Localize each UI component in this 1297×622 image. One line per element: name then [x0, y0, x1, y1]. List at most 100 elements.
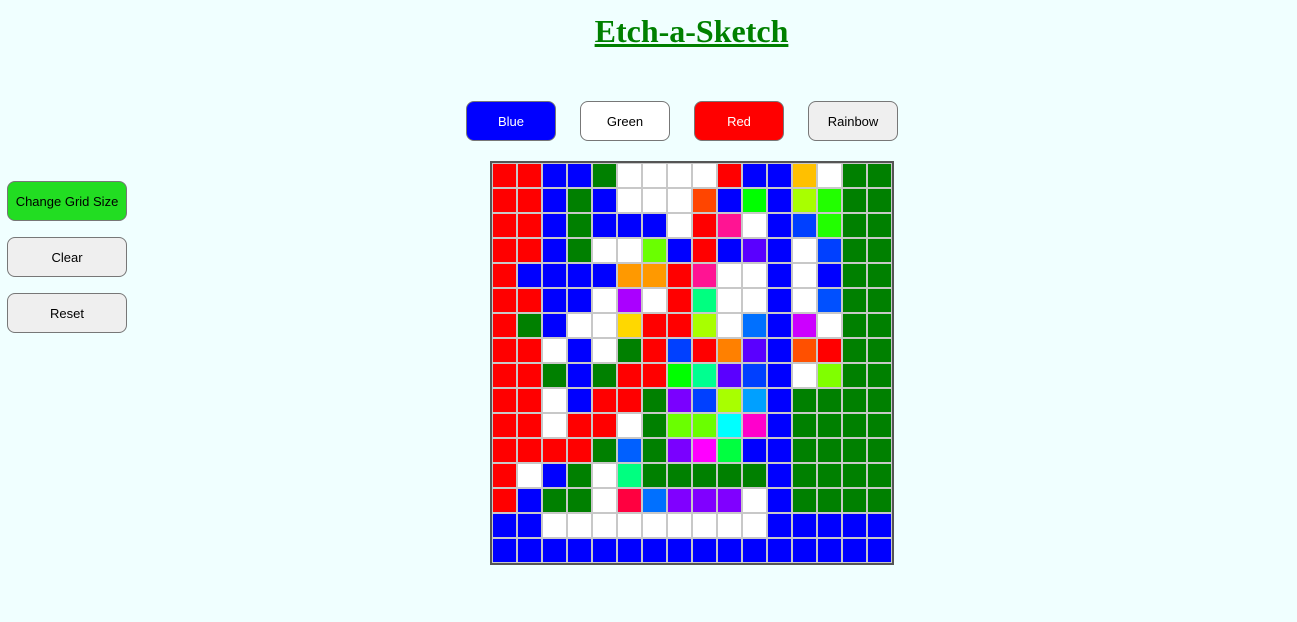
grid-cell[interactable] [767, 338, 792, 363]
grid-cell[interactable] [767, 463, 792, 488]
grid-cell[interactable] [492, 263, 517, 288]
grid-cell[interactable] [542, 513, 567, 538]
grid-cell[interactable] [692, 288, 717, 313]
grid-cell[interactable] [867, 413, 892, 438]
grid-cell[interactable] [567, 213, 592, 238]
grid-cell[interactable] [567, 363, 592, 388]
grid-cell[interactable] [542, 238, 567, 263]
grid-cell[interactable] [742, 288, 767, 313]
grid-cell[interactable] [867, 513, 892, 538]
grid-cell[interactable] [817, 488, 842, 513]
grid-cell[interactable] [667, 413, 692, 438]
grid-cell[interactable] [542, 438, 567, 463]
grid-cell[interactable] [817, 463, 842, 488]
grid-cell[interactable] [717, 363, 742, 388]
grid-cell[interactable] [767, 488, 792, 513]
grid-cell[interactable] [542, 463, 567, 488]
grid-cell[interactable] [867, 538, 892, 563]
grid-cell[interactable] [842, 338, 867, 363]
grid-cell[interactable] [567, 538, 592, 563]
grid-cell[interactable] [792, 238, 817, 263]
grid-cell[interactable] [742, 488, 767, 513]
clear-button[interactable]: Clear [7, 237, 127, 277]
grid-cell[interactable] [517, 288, 542, 313]
grid-cell[interactable] [542, 363, 567, 388]
grid-cell[interactable] [717, 538, 742, 563]
grid-cell[interactable] [492, 438, 517, 463]
grid-cell[interactable] [767, 388, 792, 413]
grid-cell[interactable] [717, 388, 742, 413]
grid-cell[interactable] [517, 388, 542, 413]
grid-cell[interactable] [567, 288, 592, 313]
grid-cell[interactable] [867, 188, 892, 213]
grid-cell[interactable] [492, 313, 517, 338]
rainbow-button[interactable]: Rainbow [808, 101, 898, 141]
grid-cell[interactable] [717, 488, 742, 513]
grid-cell[interactable] [567, 188, 592, 213]
grid-cell[interactable] [542, 163, 567, 188]
grid-cell[interactable] [817, 213, 842, 238]
grid-cell[interactable] [492, 163, 517, 188]
grid-cell[interactable] [867, 313, 892, 338]
grid-cell[interactable] [667, 288, 692, 313]
grid-cell[interactable] [717, 438, 742, 463]
grid-cell[interactable] [617, 463, 642, 488]
grid-cell[interactable] [567, 263, 592, 288]
grid-cell[interactable] [742, 388, 767, 413]
grid-cell[interactable] [817, 238, 842, 263]
grid-cell[interactable] [842, 313, 867, 338]
grid-cell[interactable] [817, 338, 842, 363]
grid-cell[interactable] [592, 513, 617, 538]
grid-cell[interactable] [842, 438, 867, 463]
grid-cell[interactable] [517, 263, 542, 288]
grid-cell[interactable] [817, 188, 842, 213]
grid-cell[interactable] [617, 413, 642, 438]
grid-cell[interactable] [492, 288, 517, 313]
grid-cell[interactable] [792, 538, 817, 563]
grid-cell[interactable] [567, 313, 592, 338]
grid-cell[interactable] [667, 188, 692, 213]
grid-cell[interactable] [742, 538, 767, 563]
grid-cell[interactable] [517, 213, 542, 238]
grid-cell[interactable] [592, 338, 617, 363]
grid-cell[interactable] [792, 313, 817, 338]
grid-cell[interactable] [642, 338, 667, 363]
grid-cell[interactable] [767, 538, 792, 563]
grid-cell[interactable] [767, 363, 792, 388]
grid-cell[interactable] [667, 313, 692, 338]
grid-cell[interactable] [692, 488, 717, 513]
grid-cell[interactable] [842, 413, 867, 438]
grid-cell[interactable] [717, 313, 742, 338]
grid-cell[interactable] [717, 513, 742, 538]
grid-cell[interactable] [642, 213, 667, 238]
grid-cell[interactable] [642, 388, 667, 413]
grid-cell[interactable] [667, 163, 692, 188]
grid-cell[interactable] [617, 313, 642, 338]
grid-cell[interactable] [667, 463, 692, 488]
grid-cell[interactable] [842, 388, 867, 413]
grid-cell[interactable] [542, 338, 567, 363]
grid-cell[interactable] [792, 213, 817, 238]
grid-cell[interactable] [867, 288, 892, 313]
grid-cell[interactable] [817, 263, 842, 288]
grid-cell[interactable] [617, 263, 642, 288]
grid-cell[interactable] [492, 538, 517, 563]
grid-cell[interactable] [592, 288, 617, 313]
grid-cell[interactable] [717, 238, 742, 263]
grid-cell[interactable] [742, 363, 767, 388]
grid-cell[interactable] [642, 513, 667, 538]
grid-cell[interactable] [492, 513, 517, 538]
grid-cell[interactable] [567, 388, 592, 413]
grid-cell[interactable] [867, 163, 892, 188]
grid-cell[interactable] [742, 213, 767, 238]
grid-cell[interactable] [592, 238, 617, 263]
grid-cell[interactable] [642, 463, 667, 488]
grid-cell[interactable] [642, 263, 667, 288]
grid-cell[interactable] [767, 413, 792, 438]
grid-cell[interactable] [867, 363, 892, 388]
grid-cell[interactable] [667, 213, 692, 238]
grid-cell[interactable] [692, 263, 717, 288]
grid-cell[interactable] [542, 263, 567, 288]
grid-cell[interactable] [517, 438, 542, 463]
grid-cell[interactable] [842, 488, 867, 513]
